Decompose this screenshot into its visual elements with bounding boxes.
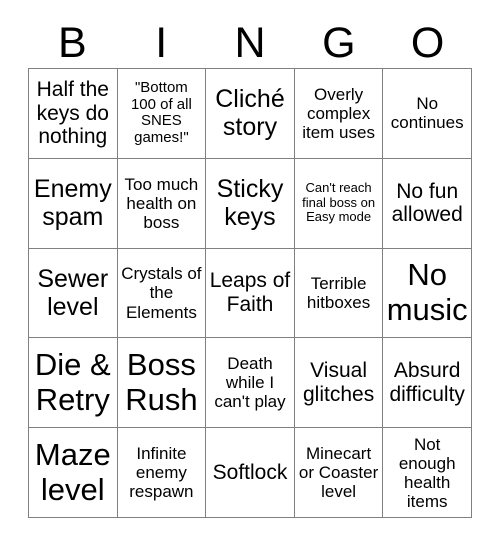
bingo-cell[interactable]: Infinite enemy respawn xyxy=(117,428,207,518)
bingo-cell[interactable]: Not enough health items xyxy=(383,428,472,518)
bingo-cell[interactable]: Visual glitches xyxy=(294,338,384,429)
bingo-cell-label: No fun allowed xyxy=(391,179,463,227)
bingo-cell[interactable]: Maze level xyxy=(29,428,118,518)
bingo-cell[interactable]: Death while I can't play xyxy=(206,338,295,429)
bingo-cell-label: Can't reach final boss on Easy mode xyxy=(302,180,376,225)
bingo-cell-label: Absurd difficulty xyxy=(389,359,465,406)
bingo-cell-label: No continues xyxy=(390,94,464,133)
bingo-cell-label: Not enough health items xyxy=(398,434,456,511)
bingo-cell[interactable]: Sewer level xyxy=(29,248,118,339)
bingo-cell-label: Crystals of the Elements xyxy=(121,264,202,322)
bingo-cell-label: Leaps of Faith xyxy=(209,269,291,316)
bingo-cell[interactable]: Absurd difficulty xyxy=(383,338,472,429)
bingo-cell[interactable]: No fun allowed xyxy=(383,158,472,249)
bingo-cell[interactable]: Can't reach final boss on Easy mode xyxy=(294,158,384,249)
bingo-cell[interactable]: Softlock xyxy=(206,428,295,518)
bingo-card: B I N G O Half the keys do nothing "Bott… xyxy=(0,0,500,544)
bingo-cell-label: Maze level xyxy=(34,436,111,507)
bingo-cell-label: Terrible hitboxes xyxy=(306,273,371,312)
bingo-cell-label: Overly complex item uses xyxy=(302,84,375,142)
bingo-cell-label: Too much health on boss xyxy=(124,174,199,232)
bingo-cell[interactable]: "Bottom 100 of all SNES games!" xyxy=(117,69,207,159)
bingo-cell[interactable]: Sticky keys xyxy=(206,158,295,249)
bingo-cell[interactable]: Overly complex item uses xyxy=(294,69,384,159)
bingo-cell-label: Softlock xyxy=(212,460,288,484)
bingo-cell-label: No music xyxy=(386,257,468,327)
bingo-cell-label: Minecart or Coaster level xyxy=(298,444,379,502)
bingo-cell[interactable]: Boss Rush xyxy=(117,338,207,429)
bingo-cell-label: Enemy spam xyxy=(33,175,112,232)
header-letter-b: B xyxy=(58,18,87,67)
bingo-cell-label: Sewer level xyxy=(37,264,109,321)
bingo-cell-label: Half the keys do nothing xyxy=(36,78,109,149)
bingo-cell-label: Cliché story xyxy=(215,85,285,142)
bingo-cell-label: Sticky keys xyxy=(216,175,284,232)
header-letter-n: N xyxy=(234,18,266,67)
bingo-header-row: B I N G O xyxy=(28,18,472,68)
header-letter-i: I xyxy=(155,18,168,67)
bingo-grid: Half the keys do nothing "Bottom 100 of … xyxy=(28,68,472,518)
bingo-cell[interactable]: Minecart or Coaster level xyxy=(294,428,384,518)
header-letter-o: O xyxy=(410,18,445,67)
bingo-cell-label: Boss Rush xyxy=(125,347,198,417)
bingo-cell[interactable]: Too much health on boss xyxy=(117,158,207,249)
bingo-cell-label: Death while I can't play xyxy=(214,354,286,412)
bingo-cell[interactable]: Terrible hitboxes xyxy=(294,248,384,339)
bingo-cell[interactable]: Half the keys do nothing xyxy=(29,69,118,159)
bingo-cell[interactable]: No music xyxy=(383,248,472,339)
bingo-cell[interactable]: Cliché story xyxy=(206,69,295,159)
bingo-cell-label: Infinite enemy respawn xyxy=(129,444,194,502)
bingo-cell-label: Visual glitches xyxy=(302,359,375,406)
bingo-cell[interactable]: Die & Retry xyxy=(29,338,118,429)
bingo-cell[interactable]: Crystals of the Elements xyxy=(117,248,207,339)
bingo-cell[interactable]: Enemy spam xyxy=(29,158,118,249)
header-letter-g: G xyxy=(322,18,356,67)
bingo-cell[interactable]: Leaps of Faith xyxy=(206,248,295,339)
bingo-cell-label: "Bottom 100 of all SNES games!" xyxy=(130,78,192,147)
bingo-cell[interactable]: No continues xyxy=(383,69,472,159)
bingo-cell-label: Die & Retry xyxy=(34,347,111,417)
